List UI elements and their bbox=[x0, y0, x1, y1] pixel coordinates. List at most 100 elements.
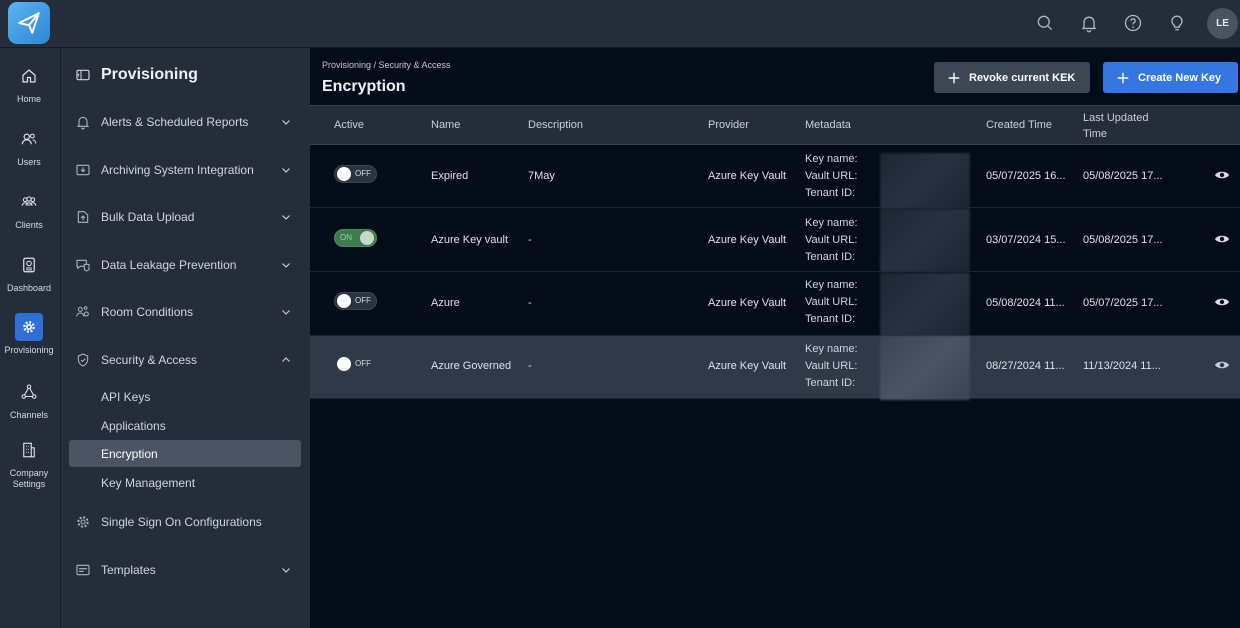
rail-item-clients[interactable]: Clients bbox=[0, 188, 58, 231]
archive-icon bbox=[74, 161, 92, 179]
rail-item-provisioning[interactable]: Provisioning bbox=[0, 313, 58, 356]
redacted-metadata bbox=[880, 209, 970, 272]
create-key-button[interactable]: Create New Key bbox=[1103, 62, 1238, 93]
menu-item-sso[interactable]: Single Sign On Configurations bbox=[61, 510, 310, 534]
plus-icon bbox=[1116, 71, 1130, 85]
created-time: 05/08/2024 11... bbox=[986, 297, 1065, 309]
provisioning-panel: Provisioning Alerts & Scheduled Reports … bbox=[61, 48, 310, 628]
plus-icon bbox=[947, 71, 961, 85]
table-row[interactable]: OFF Azure Governed - Azure Key Vault Key… bbox=[310, 336, 1240, 400]
menu-item-room-conditions[interactable]: Room Conditions bbox=[61, 300, 310, 324]
toggle-knob bbox=[337, 294, 351, 308]
meta-vault-url-label: Vault URL: bbox=[805, 170, 858, 182]
table-row[interactable]: ON Azure Key vault - Azure Key Vault Key… bbox=[310, 209, 1240, 272]
key-description: - bbox=[528, 360, 532, 372]
active-toggle[interactable]: OFF bbox=[334, 165, 377, 183]
main-content: Provisioning / Security & Access Encrypt… bbox=[310, 48, 1240, 628]
create-key-label: Create New Key bbox=[1138, 71, 1222, 84]
gear-icon bbox=[15, 313, 43, 341]
menu-item-bulk-upload[interactable]: Bulk Data Upload bbox=[61, 205, 310, 229]
toggle-state: ON bbox=[340, 233, 352, 242]
sub-item-applications[interactable]: Applications bbox=[69, 412, 301, 438]
toggle-state: OFF bbox=[355, 296, 371, 305]
active-toggle[interactable]: OFF bbox=[334, 292, 377, 310]
menu-label: Data Leakage Prevention bbox=[101, 258, 237, 272]
channels-icon bbox=[15, 378, 43, 406]
submenu-label: Applications bbox=[101, 419, 166, 433]
toggle-knob bbox=[337, 357, 351, 371]
key-provider: Azure Key Vault bbox=[708, 170, 787, 182]
toggle-state: OFF bbox=[355, 169, 371, 178]
rail-label: Home bbox=[16, 94, 41, 104]
rail-item-home[interactable]: Home bbox=[0, 62, 58, 105]
table-header: Active Name Description Provider Metadat… bbox=[310, 105, 1240, 145]
meta-vault-url-label: Vault URL: bbox=[805, 234, 858, 246]
created-time: 05/07/2025 16... bbox=[986, 170, 1066, 182]
updated-time: 05/07/2025 17... bbox=[1083, 297, 1163, 309]
table-row[interactable]: OFF Azure - Azure Key Vault Key name: Va… bbox=[310, 273, 1240, 336]
eye-icon[interactable] bbox=[1214, 357, 1230, 378]
key-name: Azure Key vault bbox=[431, 234, 509, 246]
gear-icon bbox=[74, 513, 92, 531]
clients-icon bbox=[15, 188, 43, 216]
metadata-labels: Key name: Vault URL: Tenant ID: bbox=[805, 215, 858, 266]
app-logo[interactable] bbox=[8, 2, 50, 44]
menu-label: Archiving System Integration bbox=[101, 163, 254, 177]
updated-time: 05/08/2025 17... bbox=[1083, 170, 1163, 182]
avatar[interactable]: LE bbox=[1207, 8, 1238, 39]
page-title: Encryption bbox=[322, 78, 406, 95]
menu-item-templates[interactable]: Templates bbox=[61, 558, 310, 582]
panel-title: Provisioning bbox=[101, 66, 198, 83]
metadata-labels: Key name: Vault URL: Tenant ID: bbox=[805, 151, 858, 202]
rail-item-company-settings[interactable]: Company Settings bbox=[0, 436, 58, 490]
rail-item-dashboard[interactable]: Dashboard bbox=[0, 251, 58, 294]
redacted-metadata bbox=[880, 273, 970, 336]
panel-collapse-icon[interactable] bbox=[75, 67, 91, 88]
created-time: 08/27/2024 11... bbox=[986, 360, 1065, 372]
menu-label: Room Conditions bbox=[101, 305, 194, 319]
meta-vault-url-label: Vault URL: bbox=[805, 360, 858, 372]
toggle-knob bbox=[337, 167, 351, 181]
rail-item-users[interactable]: Users bbox=[0, 125, 58, 168]
column-header-updated: Last Updated Time bbox=[1083, 112, 1149, 140]
key-name: Azure bbox=[431, 297, 460, 309]
column-header-metadata: Metadata bbox=[805, 119, 851, 131]
top-bar: LE bbox=[0, 0, 1240, 48]
eye-icon[interactable] bbox=[1214, 294, 1230, 315]
menu-item-security-access[interactable]: Security & Access bbox=[61, 348, 310, 372]
menu-item-dlp[interactable]: Data Leakage Prevention bbox=[61, 253, 310, 277]
revoke-kek-label: Revoke current KEK bbox=[969, 71, 1076, 84]
sub-item-encryption[interactable]: Encryption bbox=[69, 440, 301, 467]
chevron-down-icon bbox=[280, 258, 292, 276]
eye-icon[interactable] bbox=[1214, 167, 1230, 188]
menu-item-alerts[interactable]: Alerts & Scheduled Reports bbox=[61, 110, 310, 134]
metadata-labels: Key name: Vault URL: Tenant ID: bbox=[805, 277, 858, 328]
eye-icon[interactable] bbox=[1214, 231, 1230, 252]
revoke-kek-button[interactable]: Revoke current KEK bbox=[934, 62, 1090, 93]
menu-item-archiving[interactable]: Archiving System Integration bbox=[61, 158, 310, 182]
menu-label: Templates bbox=[101, 563, 156, 577]
rail-item-channels[interactable]: Channels bbox=[0, 378, 58, 421]
column-header-created: Created Time bbox=[986, 119, 1053, 131]
meta-tenant-id-label: Tenant ID: bbox=[805, 377, 856, 389]
bell-icon[interactable] bbox=[1077, 11, 1101, 35]
breadcrumb[interactable]: Provisioning / Security & Access bbox=[322, 60, 451, 70]
help-icon[interactable] bbox=[1121, 11, 1145, 35]
sub-item-api-keys[interactable]: API Keys bbox=[69, 383, 301, 409]
users-icon bbox=[15, 125, 43, 153]
meta-tenant-id-label: Tenant ID: bbox=[805, 313, 856, 325]
main-nav-rail: Home Users Clients Dashboard Provisionin… bbox=[0, 48, 61, 628]
rail-label: Channels bbox=[9, 410, 49, 420]
column-header-description: Description bbox=[528, 119, 584, 131]
active-toggle[interactable]: ON bbox=[334, 229, 377, 247]
shield-icon bbox=[74, 351, 92, 369]
chevron-down-icon bbox=[280, 305, 292, 323]
meta-key-name-label: Key name: bbox=[805, 279, 858, 291]
menu-label: Bulk Data Upload bbox=[101, 210, 195, 224]
search-icon[interactable] bbox=[1033, 11, 1057, 35]
active-toggle[interactable]: OFF bbox=[334, 355, 377, 373]
table-row[interactable]: OFF Expired 7May Azure Key Vault Key nam… bbox=[310, 145, 1240, 209]
submenu-label: Encryption bbox=[101, 447, 158, 461]
lightbulb-icon[interactable] bbox=[1165, 11, 1189, 35]
sub-item-key-management[interactable]: Key Management bbox=[69, 469, 301, 495]
